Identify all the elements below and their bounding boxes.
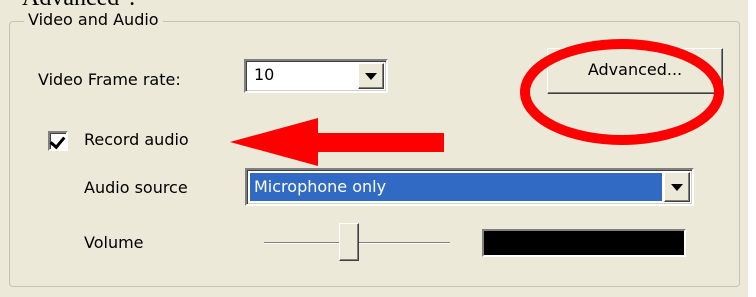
volume-label: Volume <box>84 233 144 252</box>
audio-source-label: Audio source <box>84 178 188 197</box>
frame-rate-select[interactable]: 10 <box>244 59 388 93</box>
advanced-button-label: Advanced... <box>587 60 683 79</box>
frame-rate-value: 10 <box>254 65 275 84</box>
audio-source-select[interactable]: Microphone only <box>245 168 694 206</box>
frame-rate-label: Video Frame rate: <box>38 70 181 89</box>
volume-slider-thumb[interactable] <box>338 223 359 261</box>
audio-source-value: Microphone only <box>250 173 662 201</box>
advanced-button[interactable]: Advanced... <box>547 48 723 94</box>
check-icon <box>49 132 66 150</box>
volume-meter <box>482 229 686 257</box>
chevron-down-icon <box>671 184 683 191</box>
chevron-down-icon <box>365 73 377 80</box>
record-audio-label[interactable]: Record audio <box>84 130 189 149</box>
frame-rate-dropdown-button[interactable] <box>358 63 384 89</box>
record-audio-checkbox[interactable] <box>48 131 68 151</box>
group-title: Video and Audio <box>24 10 163 29</box>
audio-source-dropdown-button[interactable] <box>664 172 690 202</box>
